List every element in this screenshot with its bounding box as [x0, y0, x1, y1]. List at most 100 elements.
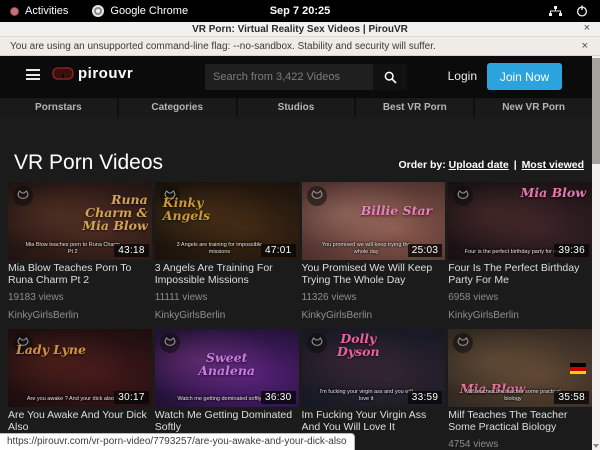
- page-title: VR Porn Videos: [14, 151, 163, 175]
- thumb-caption: Watch me getting dominated softly: [169, 396, 270, 403]
- search-icon: [384, 71, 397, 84]
- site-header: pirouvr Login Join Now: [0, 56, 592, 97]
- overlay-name: Runa Charm & Mia Blow: [62, 193, 148, 232]
- scrollbar-down-arrow-icon[interactable]: [593, 444, 599, 448]
- thumb-caption: 3 Angels are training for impossible mis…: [169, 242, 270, 256]
- video-studio-link[interactable]: KinkyGirlsBerlin: [8, 310, 152, 321]
- nav-item-best-vr-porn[interactable]: Best VR Porn: [356, 98, 473, 117]
- video-title[interactable]: Are You Awake And Your Dick Also: [8, 410, 152, 433]
- video-card[interactable]: Billie Star You promised we will keep tr…: [302, 182, 446, 321]
- video-title[interactable]: Mia Blow Teaches Porn To Runa Charm Pt 2: [8, 263, 152, 286]
- power-icon[interactable]: [576, 5, 588, 17]
- site-logo-text: pirouvr: [78, 65, 133, 82]
- studio-cat-mask-icon: [453, 186, 473, 206]
- overlay-name: Kinky Angels: [163, 196, 242, 222]
- studio-cat-mask-icon: [160, 333, 180, 353]
- login-link[interactable]: Login: [448, 69, 477, 83]
- german-flag-icon: [570, 363, 586, 374]
- studio-cat-mask-icon: [307, 186, 327, 206]
- duration-badge: 39:36: [554, 244, 589, 257]
- duration-badge: 25:03: [408, 244, 443, 257]
- search-button[interactable]: [373, 64, 407, 90]
- video-thumbnail[interactable]: Billie Star You promised we will keep tr…: [302, 182, 446, 260]
- duration-badge: 35:58: [554, 391, 589, 404]
- order-separator: |: [512, 159, 519, 171]
- scrollbar-thumb[interactable]: [592, 58, 600, 164]
- video-thumbnail[interactable]: Lady Lyne Are you awake ? And your dick …: [8, 329, 152, 407]
- video-thumbnail[interactable]: Dolly Dyson I'm fucking your virgin ass …: [302, 329, 446, 407]
- thumb-caption: Mia Blow teaches porn to Runa Charm Pt 2: [22, 242, 123, 256]
- video-thumbnail[interactable]: Mia Blow Four is the perfect birthday pa…: [448, 182, 592, 260]
- overlay-name: Mia Blow: [507, 186, 586, 199]
- vr-goggles-icon: [52, 67, 74, 80]
- video-grid: Runa Charm & Mia Blow Mia Blow teaches p…: [0, 175, 592, 450]
- video-studio-link[interactable]: KinkyGirlsBerlin: [302, 310, 446, 321]
- video-views: 11111 views: [155, 292, 299, 303]
- video-views: 19183 views: [8, 292, 152, 303]
- site-logo[interactable]: pirouvr: [52, 65, 133, 82]
- tab-title[interactable]: VR Porn: Virtual Reality Sex Videos | Pi…: [0, 24, 600, 35]
- video-studio-link[interactable]: KinkyGirlsBerlin: [448, 310, 592, 321]
- sandbox-warning-bar: You are using an unsupported command-lin…: [0, 37, 600, 56]
- video-card[interactable]: Kinky Angels 3 Angels are training for i…: [155, 182, 299, 321]
- search-box: [205, 64, 373, 90]
- clock[interactable]: Sep 7 20:25: [0, 5, 600, 17]
- overlay-name: Dolly Dyson: [319, 332, 398, 358]
- video-title[interactable]: You Promised We Will Keep Trying The Who…: [302, 263, 446, 286]
- nav-item-new-vr-porn[interactable]: New VR Porn: [475, 98, 592, 117]
- video-card[interactable]: Lady Lyne Are you awake ? And your dick …: [8, 329, 152, 450]
- overlay-name: Sweet Analena: [184, 351, 270, 377]
- studio-cat-mask-icon: [453, 333, 473, 353]
- tab-close-icon[interactable]: ×: [584, 22, 590, 34]
- video-title[interactable]: Four Is The Perfect Birthday Party For M…: [448, 263, 592, 286]
- heading-row: VR Porn Videos Order by: Upload date | M…: [0, 117, 592, 175]
- video-thumbnail[interactable]: Sweet Analena Watch me getting dominated…: [155, 329, 299, 407]
- video-thumbnail[interactable]: Runa Charm & Mia Blow Mia Blow teaches p…: [8, 182, 152, 260]
- system-top-bar: Activities Google Chrome Sep 7 20:25: [0, 0, 600, 22]
- video-thumbnail[interactable]: Kinky Angels 3 Angels are training for i…: [155, 182, 299, 260]
- warning-close-icon[interactable]: ×: [582, 40, 588, 52]
- thumb-caption: You promised we will keep trying the who…: [316, 242, 417, 256]
- nav-item-pornstars[interactable]: Pornstars: [0, 98, 117, 117]
- duration-badge: 30:17: [114, 391, 149, 404]
- screen: Activities Google Chrome Sep 7 20:25 VR …: [0, 0, 600, 450]
- menu-icon[interactable]: [26, 69, 40, 80]
- video-title[interactable]: 3 Angels Are Training For Impossible Mis…: [155, 263, 299, 286]
- duration-badge: 47:01: [261, 244, 296, 257]
- network-tree-icon[interactable]: [549, 6, 562, 17]
- studio-cat-mask-icon: [13, 186, 33, 206]
- video-title[interactable]: Milf Teaches The Teacher Some Practical …: [448, 410, 592, 433]
- video-views: 4754 views: [448, 439, 592, 450]
- nav-item-categories[interactable]: Categories: [119, 98, 236, 117]
- duration-badge: 43:18: [114, 244, 149, 257]
- join-now-button[interactable]: Join Now: [487, 63, 562, 90]
- thumb-caption: I'm fucking your virgin ass and you will…: [316, 389, 417, 403]
- video-card[interactable]: Mia Blow Four is the perfect birthday pa…: [448, 182, 592, 321]
- overlay-name: Lady Lyne: [16, 343, 95, 356]
- warning-message: You are using an unsupported command-lin…: [0, 41, 436, 52]
- search-input[interactable]: [205, 64, 373, 90]
- main-nav: Pornstars Categories Studios Best VR Por…: [0, 97, 592, 117]
- duration-badge: 36:30: [261, 391, 296, 404]
- order-most-viewed-link[interactable]: Most viewed: [522, 159, 584, 171]
- video-views: 11326 views: [302, 292, 446, 303]
- order-by: Order by: Upload date | Most viewed: [398, 159, 584, 175]
- order-upload-date-link[interactable]: Upload date: [449, 159, 509, 171]
- thumb-caption: Are you awake ? And your dick also ?: [22, 396, 123, 403]
- overlay-name: Billie Star: [359, 204, 434, 217]
- nav-item-studios[interactable]: Studios: [238, 98, 355, 117]
- video-card[interactable]: Runa Charm & Mia Blow Mia Blow teaches p…: [8, 182, 152, 321]
- video-card[interactable]: Mia Blow Milf teaches the teacher some p…: [448, 329, 592, 450]
- video-card[interactable]: Dolly Dyson I'm fucking your virgin ass …: [302, 329, 446, 450]
- video-studio-link[interactable]: KinkyGirlsBerlin: [155, 310, 299, 321]
- duration-badge: 33:59: [408, 391, 443, 404]
- scrollbar[interactable]: [592, 56, 600, 450]
- video-title[interactable]: Watch Me Getting Dominated Softly: [155, 410, 299, 433]
- browser-viewport: pirouvr Login Join Now Pornstars Categor…: [0, 56, 600, 450]
- video-card[interactable]: Sweet Analena Watch me getting dominated…: [155, 329, 299, 450]
- video-thumbnail[interactable]: Mia Blow Milf teaches the teacher some p…: [448, 329, 592, 407]
- video-title[interactable]: Im Fucking Your Virgin Ass And You Will …: [302, 410, 446, 433]
- order-by-label: Order by:: [398, 159, 445, 171]
- browser-tab-strip: VR Porn: Virtual Reality Sex Videos | Pi…: [0, 22, 600, 37]
- thumb-caption: Four is the perfect birthday party for m…: [463, 249, 564, 256]
